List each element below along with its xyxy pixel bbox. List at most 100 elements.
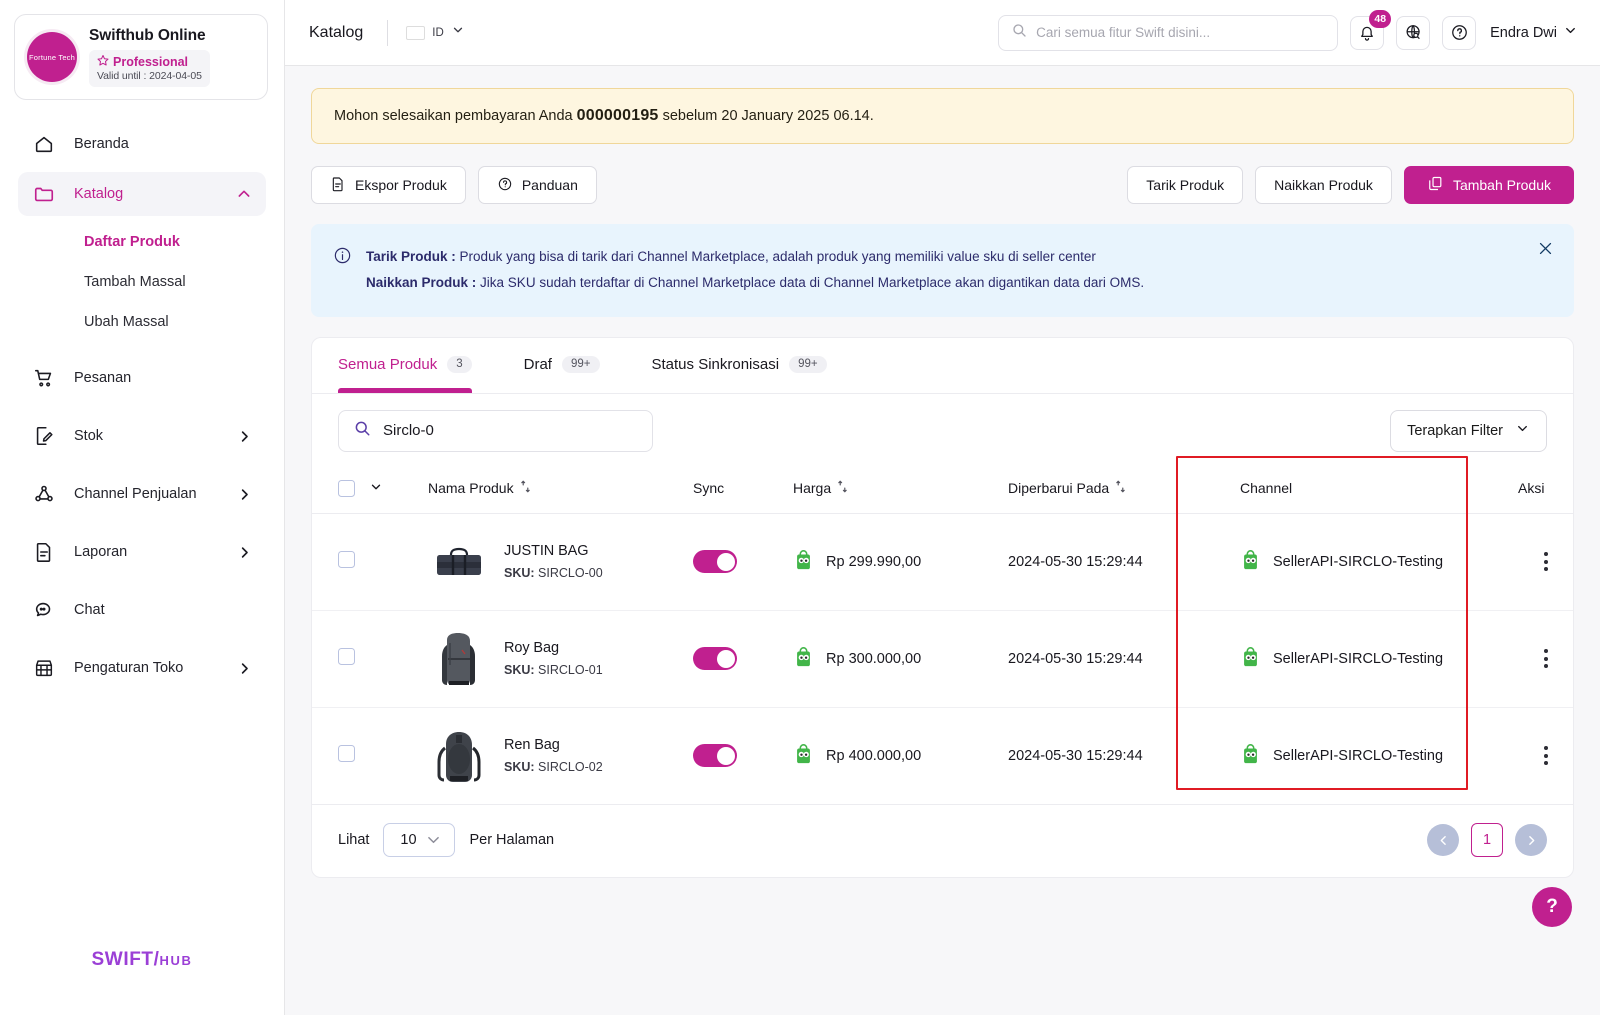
row-menu-button[interactable] [1518,746,1573,766]
tokopedia-icon [1240,549,1261,575]
col-harga[interactable]: Harga [793,465,1008,514]
row-checkbox[interactable] [338,550,355,568]
col-select [312,465,383,514]
table-row[interactable]: Ren Bag SKU: SIRCLO-02 Rp 400.000,00 202… [312,707,1573,804]
global-explore-button[interactable] [1396,15,1431,50]
sidebar-item-katalog[interactable]: Katalog [18,172,266,216]
select-all-checkbox[interactable] [338,479,355,497]
row-menu-button[interactable] [1518,552,1573,572]
search-icon [1011,22,1027,43]
sidebar-sub-label: Daftar Produk [84,234,180,250]
sidebar-item-channel-penjualan[interactable]: Channel Penjualan [18,472,266,516]
product-search[interactable] [338,409,653,452]
prev-page-button[interactable] [1427,824,1459,857]
sync-toggle[interactable] [693,550,737,574]
sidebar-item-ubah-massal[interactable]: Ubah Massal [0,302,284,342]
chevron-right-icon[interactable] [237,545,252,560]
panduan-button[interactable]: Panduan [477,166,597,204]
sidebar-item-laporan[interactable]: Laporan [18,530,266,574]
tokopedia-icon [1240,646,1261,672]
next-page-button[interactable] [1515,824,1547,857]
table-row[interactable]: Roy Bag SKU: SIRCLO-01 Rp 300.000,00 202… [312,610,1573,708]
language-selector[interactable]: ID [406,23,465,42]
sidebar-item-daftar-produk[interactable]: Daftar Produk [0,222,284,262]
plan-label: Professional [113,54,189,69]
search-icon [353,419,371,442]
tab-draf[interactable]: Draf 99+ [524,337,600,393]
tab-status-sinkronisasi[interactable]: Status Sinkronisasi 99+ [652,337,827,393]
warning-prefix: Mohon selesaikan pembayaran Anda [334,108,573,124]
question-circle-icon [497,176,513,195]
store-icon [32,656,56,680]
tab-label: Draf [523,356,552,374]
table-head: Nama Produk Sync Harga Diperbarui Pada C… [312,465,1573,514]
cell-product: JUSTIN BAG SKU: SIRCLO-00 [383,513,693,611]
cell-updated: 2024-05-30 15:29:44 [1008,513,1218,611]
naikkan-produk-button[interactable]: Naikkan Produk [1255,166,1392,204]
cell-channel: SellerAPI-SIRCLO-Testing [1218,513,1508,611]
product-card: Semua Produk 3 Draf 99+ Status Sinkronis… [311,336,1574,879]
product-search-input[interactable] [383,422,638,440]
notifications-button[interactable]: 48 [1350,9,1392,50]
tambah-produk-label: Tambah Produk [1452,177,1551,193]
sync-toggle[interactable] [693,647,737,671]
sync-toggle[interactable] [693,744,737,768]
profile-card[interactable]: Fortune Tech Swifthub Online Professiona… [14,14,268,100]
export-produk-button[interactable]: Ekspor Produk [311,166,466,204]
tab-label: Semua Produk [338,356,438,374]
sidebar-item-pesanan[interactable]: Pesanan [18,356,266,400]
cell-action [1508,610,1573,708]
row-checkbox[interactable] [338,647,355,665]
plan-box: Professional Valid until : 2024-04-05 [89,50,210,87]
terapkan-filter-button[interactable]: Terapkan Filter [1390,409,1547,452]
chevron-right-icon[interactable] [237,661,252,676]
chevron-right-icon[interactable] [237,487,252,502]
sidebar-item-stok[interactable]: Stok [18,414,266,458]
product-price: Rp 300.000,00 [826,650,922,667]
product-sku: SIRCLO-01 [538,663,603,678]
chevron-down-icon [1515,421,1530,440]
row-checkbox[interactable] [338,744,355,762]
col-sync: Sync [693,465,793,514]
product-price: Rp 299.990,00 [826,553,922,570]
info-line1-text: Produk yang bisa di tarik dari Channel M… [459,249,1096,264]
table-row[interactable]: JUSTIN BAG SKU: SIRCLO-00 Rp 299.990,00 … [312,513,1573,611]
sort-icon [1115,480,1126,496]
sidebar-item-tambah-massal[interactable]: Tambah Massal [0,262,284,302]
table-toolbar: Terapkan Filter [312,394,1573,466]
sidebar-item-chat[interactable]: Chat [18,588,266,632]
page-title: Katalog [309,23,364,41]
main-area: Katalog ID 48 [285,0,1600,1015]
tambah-produk-button[interactable]: Tambah Produk [1403,166,1574,204]
tab-semua-produk[interactable]: Semua Produk 3 [338,337,472,393]
per-page-value: 10 [400,832,417,849]
cell-updated: 2024-05-30 15:29:44 [1008,707,1218,804]
col-diperbarui-pada[interactable]: Diperbarui Pada [1008,465,1218,514]
col-nama-produk[interactable]: Nama Produk [383,465,693,514]
per-page-select[interactable]: 10 [383,823,456,858]
user-name: Endra Dwi [1490,24,1557,41]
sidebar-item-label: Pesanan [74,370,132,386]
info-line2-text: Jika SKU sudah terdaftar di Channel Mark… [480,275,1145,291]
sidebar-item-pengaturan-toko[interactable]: Pengaturan Toko [18,646,266,690]
close-icon[interactable] [1537,240,1554,262]
global-search[interactable] [998,14,1339,51]
help-fab-button[interactable]: ? [1532,887,1572,927]
chevron-up-icon[interactable] [236,186,252,202]
language-code: ID [432,26,444,39]
avatar: Fortune Tech [27,32,77,82]
chevron-down-icon[interactable] [369,480,383,497]
cell-channel: SellerAPI-SIRCLO-Testing [1218,707,1508,804]
brand-hub: HUB [159,953,193,968]
tarik-produk-button[interactable]: Tarik Produk [1127,166,1244,204]
search-input[interactable] [1036,25,1326,40]
chevron-right-icon[interactable] [237,429,252,444]
sidebar-item-label: Stok [74,428,104,444]
page-number[interactable]: 1 [1471,823,1503,858]
user-menu[interactable]: Endra Dwi [1490,23,1578,42]
sidebar-item-beranda[interactable]: Beranda [18,122,266,166]
cell-updated: 2024-05-30 15:29:44 [1008,610,1218,708]
row-menu-button[interactable] [1518,649,1573,669]
product-table: Nama Produk Sync Harga Diperbarui Pada C… [312,465,1573,805]
help-button[interactable] [1442,15,1477,50]
